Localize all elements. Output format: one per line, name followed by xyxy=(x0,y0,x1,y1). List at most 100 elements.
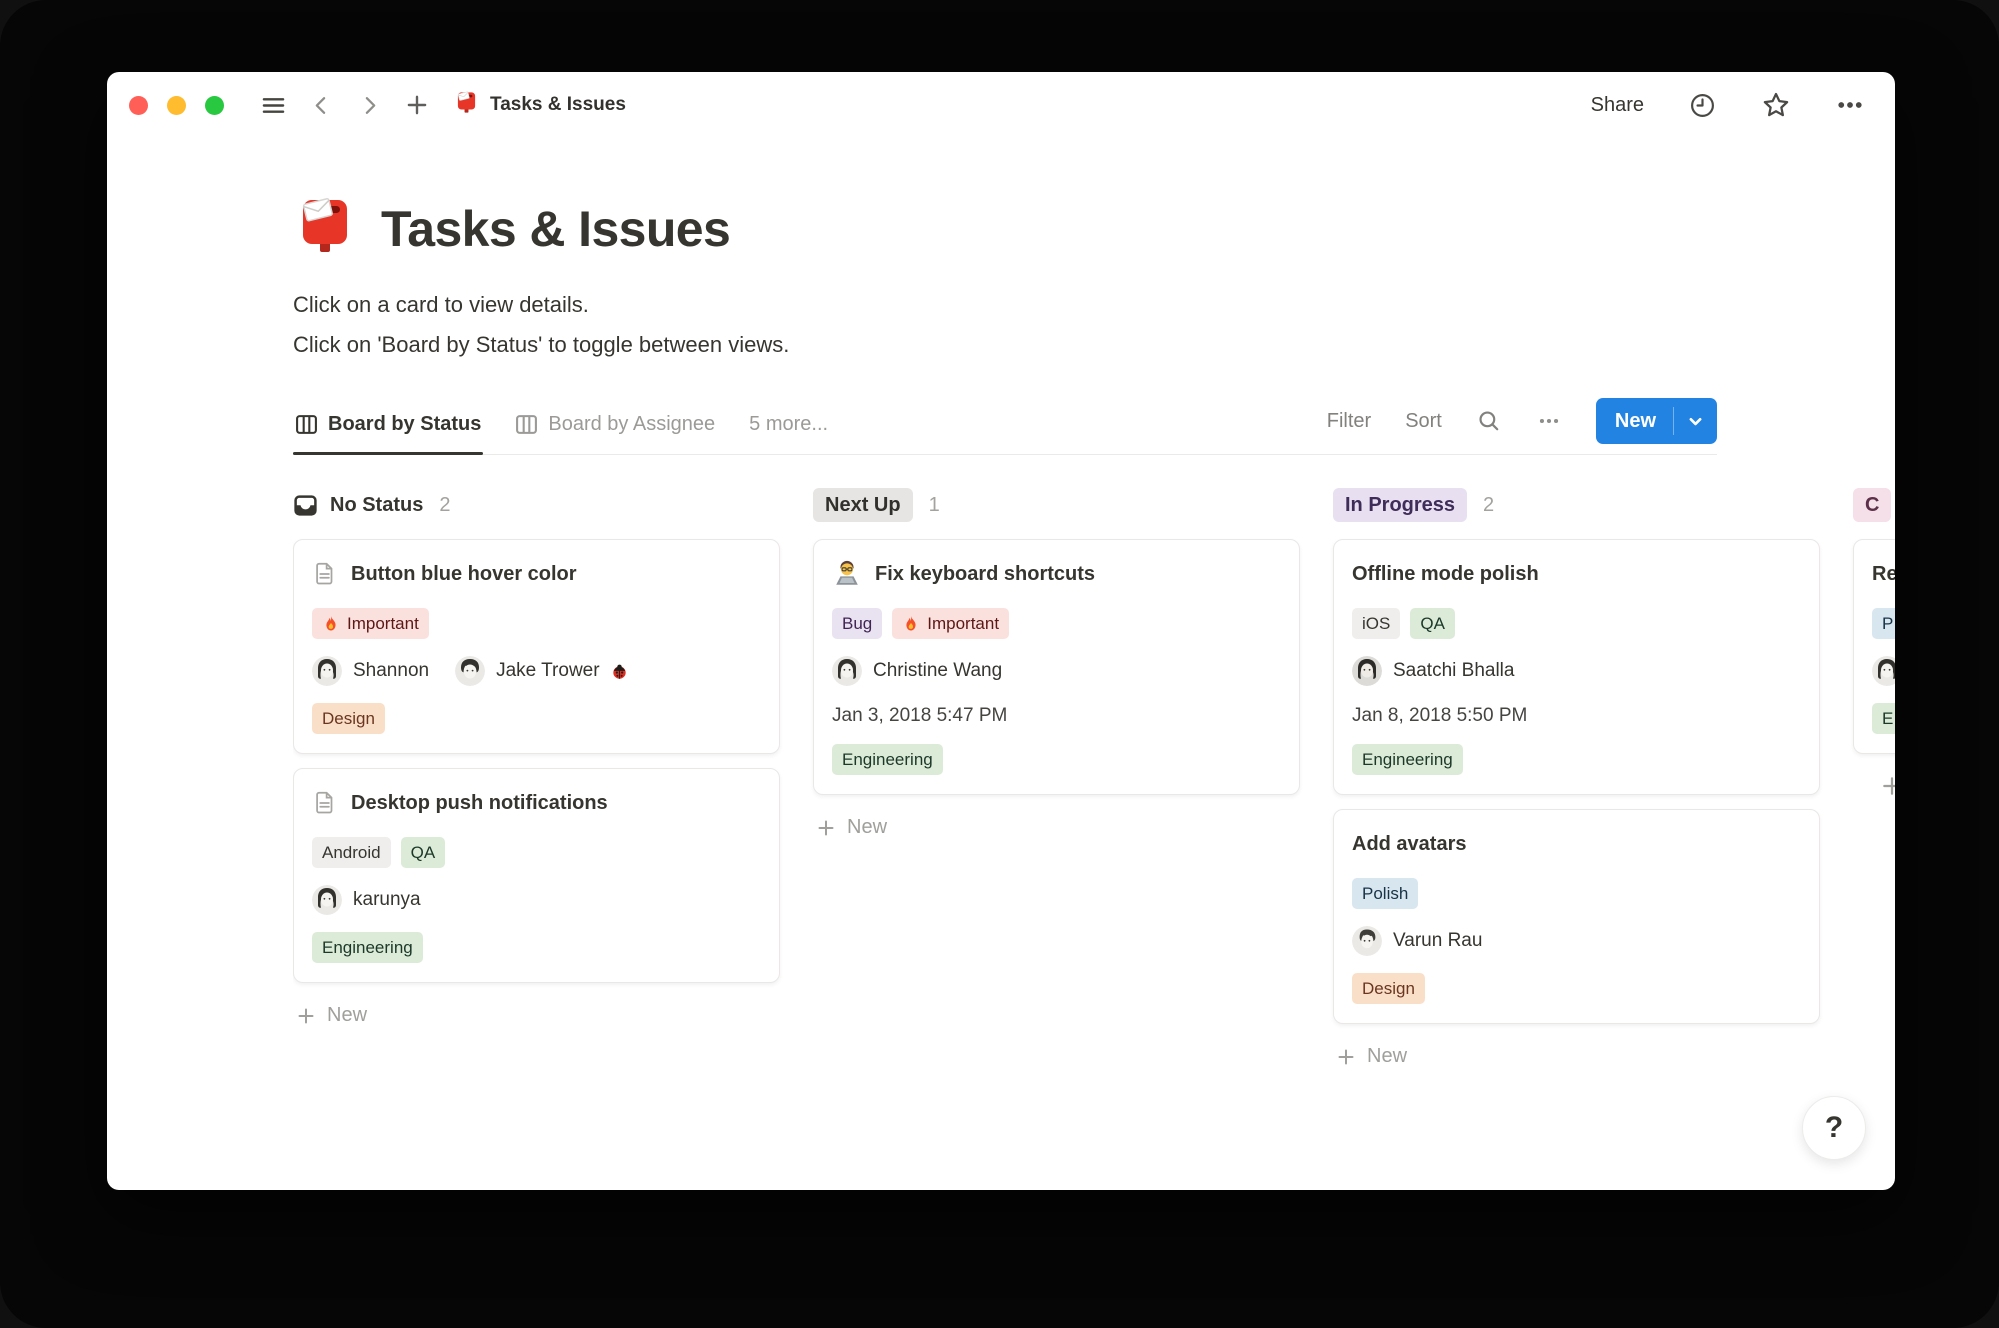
filter-button[interactable]: Filter xyxy=(1327,410,1371,433)
card-title: Add avatars xyxy=(1352,829,1467,859)
add-card-button[interactable]: New xyxy=(813,809,1300,846)
share-button[interactable]: Share xyxy=(1591,94,1644,117)
add-card-label: New xyxy=(1367,1045,1407,1068)
tag-polish: Polish xyxy=(1352,878,1418,909)
close-window-button[interactable] xyxy=(129,96,148,115)
person-name: Jake Trower xyxy=(496,660,599,682)
tag-label: Important xyxy=(347,615,419,632)
document-icon xyxy=(312,790,338,816)
person-name: karunya xyxy=(353,889,421,911)
postbox-page-icon[interactable] xyxy=(293,194,357,263)
new-button[interactable]: New xyxy=(1596,398,1717,444)
titlebar: Tasks & Issues Share xyxy=(107,72,1895,138)
plus-icon xyxy=(296,1006,316,1026)
person-karunya: karunya xyxy=(312,885,421,915)
postbox-icon xyxy=(454,90,479,120)
help-button[interactable]: ? xyxy=(1802,1096,1866,1160)
tab-more-views[interactable]: 5 more... xyxy=(747,395,830,454)
person-truncated xyxy=(1872,656,1895,686)
tag-label: Design xyxy=(1362,980,1415,997)
card-date: Jan 3, 2018 5:47 PM xyxy=(832,705,1281,727)
avatar xyxy=(1352,926,1382,956)
person-name: Saatchi Bhalla xyxy=(1393,660,1514,682)
card-title: Button blue hover color xyxy=(351,559,577,589)
card-title: Desktop push notifications xyxy=(351,788,608,818)
avatar xyxy=(1872,656,1895,686)
column-header[interactable]: In Progress 2 xyxy=(1333,485,1820,525)
column-no-status: No Status 2 Button blue hover color Impo… xyxy=(293,485,780,1034)
board-card[interactable]: Fix keyboard shortcuts Bug Important Chr… xyxy=(813,539,1300,795)
kanban-board: No Status 2 Button blue hover color Impo… xyxy=(293,485,1895,1075)
titlebar-actions: Share xyxy=(1591,90,1865,120)
view-toolbar: Board by Status Board by Assignee 5 more… xyxy=(293,395,1717,455)
forward-icon[interactable] xyxy=(352,88,386,122)
new-button-label[interactable]: New xyxy=(1596,398,1673,444)
tag-label: QA xyxy=(411,844,436,861)
board-card[interactable]: Add avatars Polish Varun Rau Design xyxy=(1333,809,1820,1024)
app-window: Tasks & Issues Share Tasks & Issues Clic… xyxy=(107,72,1895,1190)
sidebar-menu-icon[interactable] xyxy=(256,88,290,122)
traffic-lights xyxy=(129,96,224,115)
add-card-button[interactable]: New xyxy=(293,997,780,1034)
person-jake-trower: Jake Trower xyxy=(455,656,627,686)
avatar xyxy=(312,885,342,915)
screenshot-background: Tasks & Issues Share Tasks & Issues Clic… xyxy=(0,0,1999,1328)
person-name: Shannon xyxy=(353,660,429,682)
tag-engineering: Engineering xyxy=(832,744,943,775)
new-tab-icon[interactable] xyxy=(400,88,434,122)
zoom-window-button[interactable] xyxy=(205,96,224,115)
back-icon[interactable] xyxy=(304,88,338,122)
tag-label: Important xyxy=(927,615,999,632)
tag-label: Engineering xyxy=(322,939,413,956)
person-name: Christine Wang xyxy=(873,660,1002,682)
page-title: Tasks & Issues xyxy=(381,200,730,258)
card-title: Re xyxy=(1872,559,1895,589)
favorite-star-icon[interactable] xyxy=(1761,90,1791,120)
card-date: Jan 8, 2018 5:50 PM xyxy=(1352,705,1801,727)
tab-board-by-status[interactable]: Board by Status xyxy=(293,395,483,454)
board-card[interactable]: Offline mode polish iOS QA Saatchi Bhall… xyxy=(1333,539,1820,795)
tag-label: QA xyxy=(1420,615,1445,632)
more-options-icon[interactable] xyxy=(1835,90,1865,120)
tag-label: Bug xyxy=(842,615,872,632)
column-truncated: C Re P E xyxy=(1853,485,1895,804)
question-mark-icon: ? xyxy=(1825,1111,1843,1145)
tag-design: Design xyxy=(312,703,385,734)
tag-label: Engineering xyxy=(1362,751,1453,768)
column-next-up: Next Up 1 Fix keyboard shortcuts Bug Imp… xyxy=(813,485,1300,846)
board-card[interactable]: Desktop push notifications Android QA ka… xyxy=(293,768,780,983)
card-title: Fix keyboard shortcuts xyxy=(875,559,1095,589)
history-clock-icon[interactable] xyxy=(1688,91,1717,120)
column-header[interactable]: Next Up 1 xyxy=(813,485,1300,525)
view-more-icon[interactable] xyxy=(1536,408,1562,434)
person-saatchi-bhalla: Saatchi Bhalla xyxy=(1352,656,1514,686)
board-card[interactable]: Button blue hover color Important Shanno… xyxy=(293,539,780,754)
column-header[interactable]: No Status 2 xyxy=(293,485,780,525)
add-card-button[interactable] xyxy=(1853,768,1895,804)
tab-label: 5 more... xyxy=(749,413,828,436)
chevron-down-icon[interactable] xyxy=(1674,398,1717,444)
sort-button[interactable]: Sort xyxy=(1405,410,1442,433)
inbox-icon xyxy=(293,493,318,518)
current-page-chip[interactable]: Tasks & Issues xyxy=(454,90,626,120)
avatar xyxy=(455,656,485,686)
fire-icon xyxy=(902,615,920,633)
tag-engineering: Engineering xyxy=(312,932,423,963)
avatar xyxy=(1352,656,1382,686)
tag-label: iOS xyxy=(1362,615,1390,632)
board-view-icon xyxy=(295,413,318,436)
person-name: Varun Rau xyxy=(1393,930,1482,952)
plus-icon xyxy=(1336,1047,1356,1067)
tag-android: Android xyxy=(312,837,391,868)
board-card[interactable]: Re P E xyxy=(1853,539,1895,754)
add-card-button[interactable]: New xyxy=(1333,1038,1820,1075)
column-header[interactable]: C xyxy=(1853,485,1895,525)
minimize-window-button[interactable] xyxy=(167,96,186,115)
tag-label: Engineering xyxy=(842,751,933,768)
tab-board-by-assignee[interactable]: Board by Assignee xyxy=(513,395,717,454)
tab-label: Board by Status xyxy=(328,413,481,436)
person-shannon: Shannon xyxy=(312,656,429,686)
search-icon[interactable] xyxy=(1476,408,1502,434)
column-name-pill: In Progress xyxy=(1333,488,1467,522)
avatar xyxy=(832,656,862,686)
